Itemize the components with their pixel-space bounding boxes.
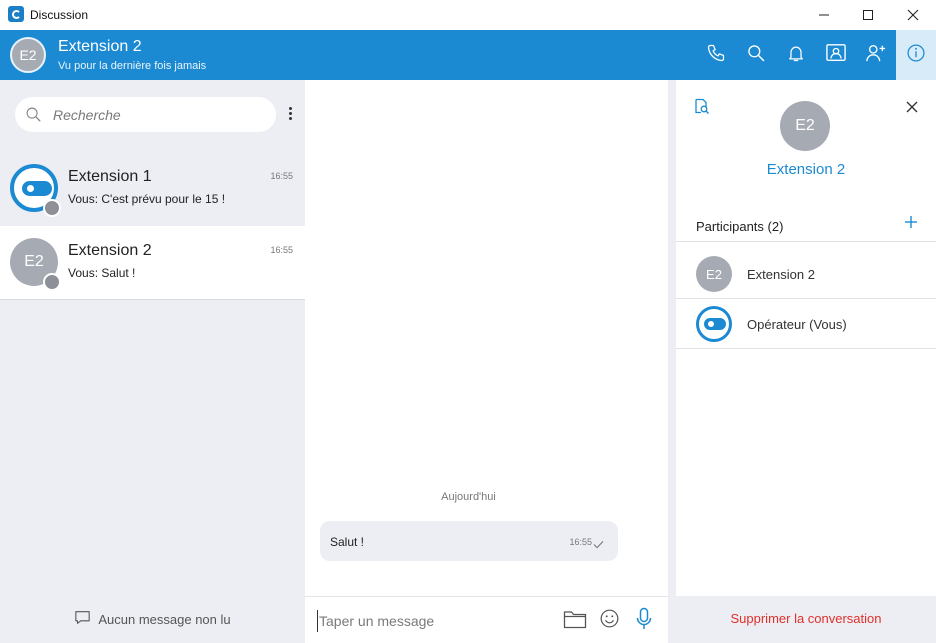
message-area: Aujourd'hui Salut ! 16:55 <box>305 80 668 596</box>
add-participant-plus-button[interactable] <box>904 215 918 234</box>
conversation-item-extension-1[interactable]: Extension 1 16:55 Vous: C'est prévu pour… <box>0 152 305 226</box>
voice-message-button[interactable] <box>631 607 657 636</box>
message-time: 16:55 <box>569 537 592 547</box>
presence-offline-indicator <box>43 273 61 291</box>
folder-icon <box>563 609 587 634</box>
participant-name: Extension 2 <box>747 267 815 282</box>
search-in-conversation-button[interactable] <box>694 98 710 120</box>
microphone-icon <box>635 607 653 636</box>
plus-icon <box>904 216 918 233</box>
close-window-button[interactable] <box>890 0 936 30</box>
unread-status: Aucun message non lu <box>0 610 305 628</box>
extension-logo-avatar <box>696 306 732 342</box>
maximize-button[interactable] <box>845 0 891 30</box>
conversation-last-message: Vous: Salut ! <box>68 266 136 280</box>
message-text: Salut ! <box>330 535 365 549</box>
participant-name: Opérateur (Vous) <box>747 317 847 332</box>
conversation-name: Extension 2 <box>68 242 152 259</box>
conversation-name: Extension 1 <box>68 168 152 185</box>
message-composer <box>305 596 668 643</box>
emoji-button[interactable] <box>596 608 622 634</box>
attach-file-button[interactable] <box>562 608 588 634</box>
info-contact-name[interactable]: Extension 2 <box>676 161 936 178</box>
divider <box>676 241 936 242</box>
presence-offline-indicator <box>43 199 61 217</box>
call-button[interactable] <box>696 30 736 80</box>
conversation-header: E2 Extension 2 Vu pour la dernière fois … <box>0 30 936 80</box>
header-last-seen: Vu pour la dernière fois jamais <box>58 60 207 72</box>
window-title: Discussion <box>30 8 89 22</box>
search-box[interactable] <box>15 97 276 132</box>
avatar: E2 <box>696 256 732 292</box>
message-input[interactable] <box>317 610 547 632</box>
info-icon <box>906 43 926 68</box>
sent-check-icon <box>593 536 604 554</box>
participant-row[interactable]: E2 Extension 2 <box>676 249 936 299</box>
bell-icon <box>786 43 806 68</box>
phone-icon <box>706 43 726 68</box>
smiley-icon <box>599 608 620 634</box>
conversation-time: 16:55 <box>270 245 293 255</box>
info-button[interactable] <box>896 30 936 80</box>
header-contact-name: Extension 2 <box>58 38 142 55</box>
minimize-button[interactable] <box>801 0 847 30</box>
document-search-icon <box>694 98 710 119</box>
conversation-last-message: Vous: C'est prévu pour le 15 ! <box>68 192 226 206</box>
search-icon <box>746 43 766 68</box>
participant-row[interactable]: Opérateur (Vous) <box>676 299 936 349</box>
message-bubble-icon <box>74 610 91 628</box>
divider <box>676 348 936 349</box>
conversation-item-extension-2[interactable]: E2 Extension 2 16:55 Vous: Salut ! <box>0 226 305 300</box>
delete-conversation-button[interactable]: Supprimer la conversation <box>676 611 936 626</box>
conversation-list-panel: Extension 1 16:55 Vous: C'est prévu pour… <box>0 80 305 643</box>
search-input[interactable] <box>53 104 263 126</box>
app-logo-icon <box>8 6 24 22</box>
contact-card-button[interactable] <box>816 30 856 80</box>
close-info-panel-button[interactable] <box>906 100 918 118</box>
add-participant-button[interactable] <box>856 30 896 80</box>
message-bubble[interactable]: Salut ! 16:55 <box>320 521 618 561</box>
participants-heading: Participants (2) <box>696 219 784 234</box>
panel-divider <box>668 80 676 643</box>
more-options-icon[interactable] <box>282 107 298 123</box>
header-avatar[interactable]: E2 <box>10 37 46 73</box>
title-bar: Discussion <box>0 0 936 30</box>
add-user-icon <box>865 43 887 68</box>
delete-conversation-bar: Supprimer la conversation <box>676 596 936 643</box>
conversation-time: 16:55 <box>270 171 293 181</box>
search-conversation-button[interactable] <box>736 30 776 80</box>
day-separator: Aujourd'hui <box>441 491 496 503</box>
contact-card-icon <box>825 43 847 68</box>
unread-label: Aucun message non lu <box>98 611 231 627</box>
notifications-button[interactable] <box>776 30 816 80</box>
close-icon <box>906 100 918 117</box>
conversation-info-panel: E2 Extension 2 Participants (2) E2 Exten… <box>676 80 936 643</box>
info-avatar: E2 <box>780 101 830 151</box>
search-icon <box>25 106 42 128</box>
